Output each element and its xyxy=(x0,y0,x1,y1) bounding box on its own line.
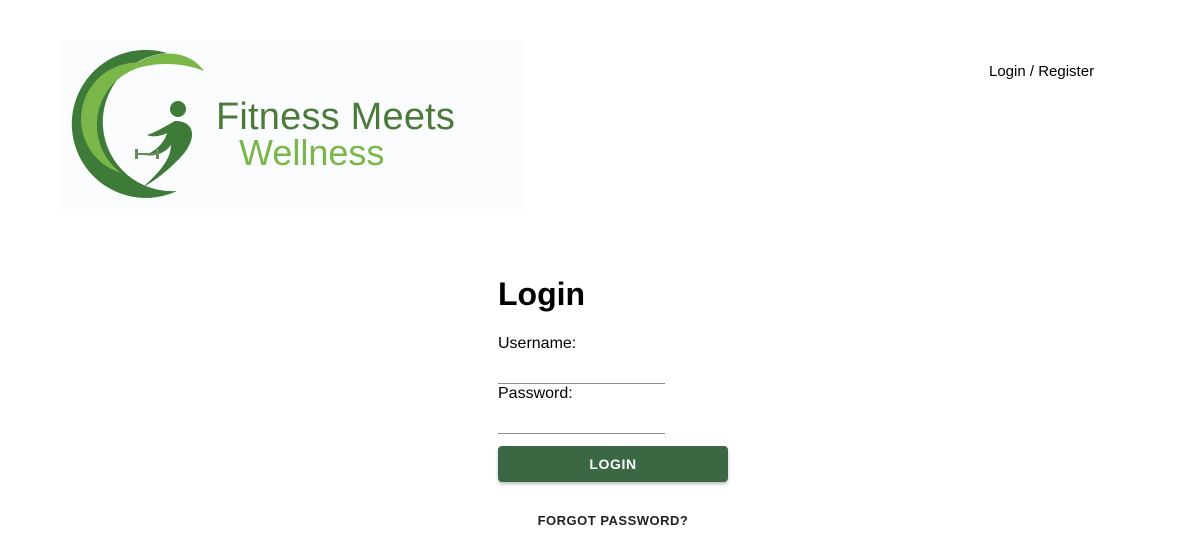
login-page: Fitness Meets Wellness Login / Register … xyxy=(0,0,1204,559)
login-register-link[interactable]: Login / Register xyxy=(989,63,1094,80)
username-label: Username: xyxy=(498,335,577,352)
login-button[interactable]: LOGIN xyxy=(498,446,728,482)
logo-text-line2: Wellness xyxy=(239,132,385,173)
username-input[interactable] xyxy=(498,362,665,384)
forgot-password-button[interactable]: FORGOT PASSWORD? xyxy=(528,510,698,530)
site-logo[interactable]: Fitness Meets Wellness xyxy=(59,41,525,209)
password-label: Password: xyxy=(498,385,573,402)
login-title: Login xyxy=(498,276,586,312)
password-input[interactable] xyxy=(498,412,665,434)
